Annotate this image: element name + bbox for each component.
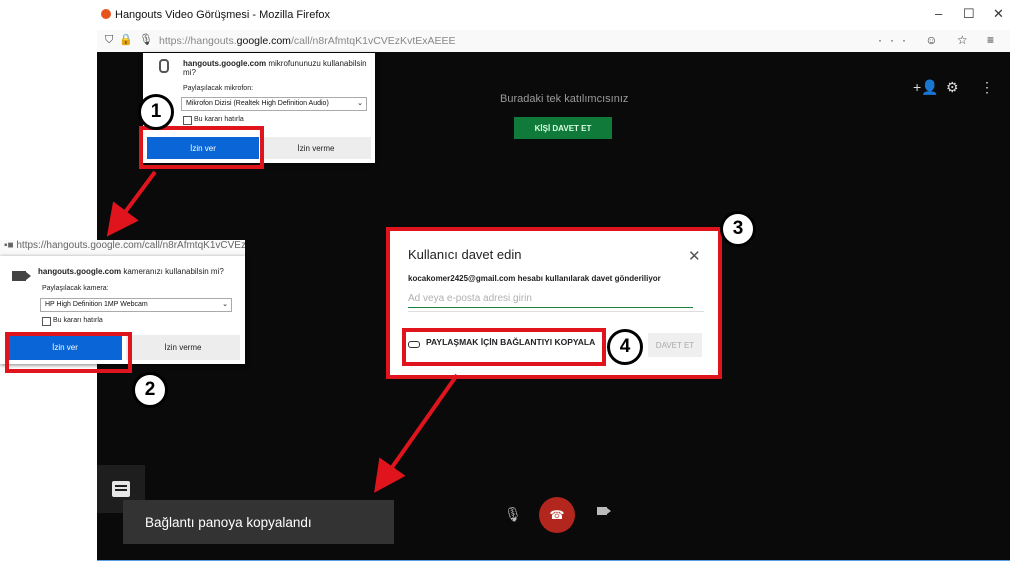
arrow-mic-to-camera — [106, 170, 157, 237]
callout-arrows — [106, 170, 459, 493]
arrow-copy-to-toast — [374, 373, 459, 493]
